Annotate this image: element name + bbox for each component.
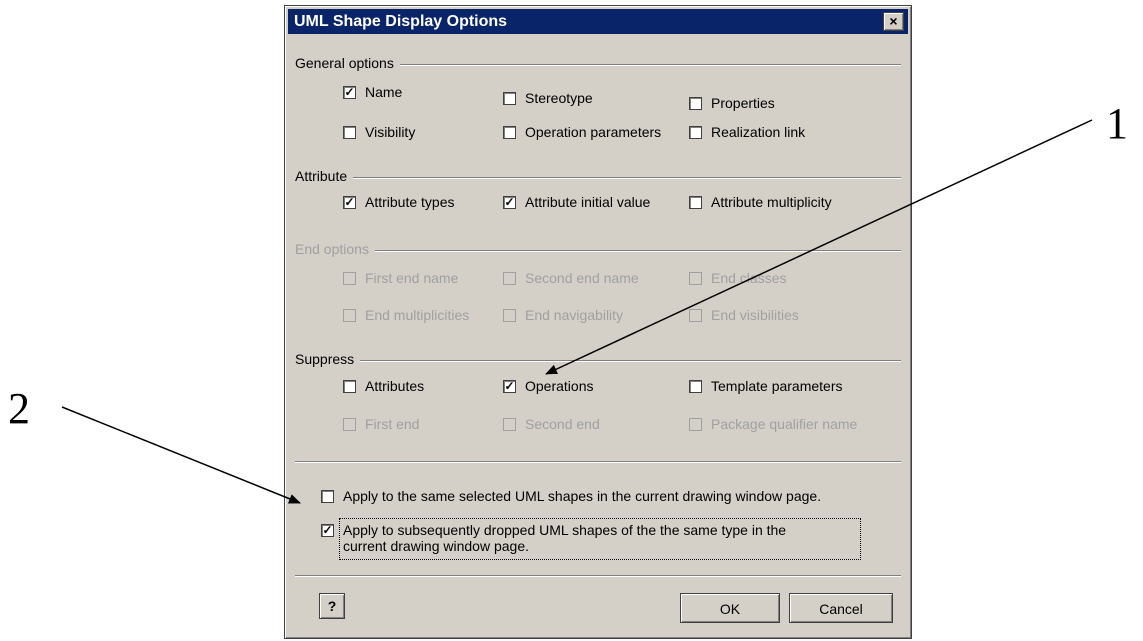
name-label: Name <box>365 84 403 100</box>
end-options-title: End options <box>295 241 375 257</box>
visibility-label: Visibility <box>365 124 416 140</box>
attribute-title: Attribute <box>295 168 354 184</box>
package-qualifier-name-checkbox[interactable]: Package qualifier name <box>689 416 857 432</box>
checkbox-box <box>503 271 516 285</box>
help-icon: ? <box>327 598 337 614</box>
button-separator <box>295 575 901 577</box>
suppress-second-end-checkbox[interactable]: Second end <box>503 416 600 432</box>
ok-label: OK <box>719 601 741 617</box>
properties-label: Properties <box>711 95 775 111</box>
uml-shape-display-options-dialog: UML Shape Display Options × General opti… <box>284 5 912 639</box>
template-parameters-label: Template parameters <box>711 378 843 394</box>
suppress-second-end-label: Second end <box>525 416 600 432</box>
checkbox-box <box>689 125 702 139</box>
package-qualifier-name-label: Package qualifier name <box>711 416 858 432</box>
end-classes-checkbox[interactable]: End classes <box>689 270 786 286</box>
checkbox-box <box>689 195 702 209</box>
second-end-name-checkbox[interactable]: Second end name <box>503 270 639 286</box>
suppress-operations-checkbox[interactable]: ✓ Operations <box>503 378 593 394</box>
check-icon: ✓ <box>504 378 515 393</box>
check-icon: ✓ <box>344 84 355 99</box>
suppress-divider <box>295 360 901 362</box>
checkbox-box: ✓ <box>321 524 334 537</box>
attribute-types-label: Attribute types <box>365 194 455 210</box>
visibility-checkbox[interactable]: Visibility <box>343 124 415 140</box>
annotation-label-2: 2 <box>8 384 30 433</box>
checkbox-box <box>343 379 356 393</box>
end-multiplicities-label: End multiplicities <box>365 307 470 323</box>
checkbox-box <box>503 91 516 105</box>
checkbox-box <box>503 308 516 322</box>
end-visibilities-checkbox[interactable]: End visibilities <box>689 307 799 323</box>
suppress-first-end-checkbox[interactable]: First end <box>343 416 419 432</box>
apply-separator <box>295 461 901 463</box>
end-navigability-checkbox[interactable]: End navigability <box>503 307 623 323</box>
checkbox-box: ✓ <box>343 194 356 209</box>
suppress-title: Suppress <box>295 351 361 367</box>
checkbox-box <box>321 489 334 503</box>
cancel-button[interactable]: Cancel <box>789 593 893 623</box>
apply-subsequent-line1: Apply to subsequently dropped UML shapes… <box>343 522 787 538</box>
checkbox-box <box>689 271 702 285</box>
checkbox-box <box>503 417 516 431</box>
help-button[interactable]: ? <box>319 593 345 619</box>
operation-parameters-label: Operation parameters <box>525 124 662 140</box>
check-icon: ✓ <box>322 523 333 537</box>
apply-current-checkbox[interactable]: Apply to the same selected UML shapes in… <box>321 488 821 504</box>
annotation-label-1: 1 <box>1106 99 1128 148</box>
dialog-titlebar: UML Shape Display Options × <box>288 9 908 34</box>
close-icon: × <box>889 13 898 29</box>
stereotype-checkbox[interactable]: Stereotype <box>503 90 593 106</box>
suppress-first-end-label: First end <box>365 416 420 432</box>
checkbox-box <box>343 271 356 285</box>
checkbox-box <box>689 417 702 431</box>
apply-subsequent-checkbox[interactable]: ✓ Apply to subsequently dropped UML shap… <box>321 522 786 554</box>
end-visibilities-label: End visibilities <box>711 307 799 323</box>
name-checkbox[interactable]: ✓ Name <box>343 84 402 100</box>
ok-button[interactable]: OK <box>680 593 780 623</box>
checkbox-box: ✓ <box>343 84 356 99</box>
second-end-name-label: Second end name <box>525 270 639 286</box>
check-icon: ✓ <box>504 194 515 209</box>
stereotype-label: Stereotype <box>525 90 593 106</box>
end-options-divider <box>295 250 901 252</box>
properties-checkbox[interactable]: Properties <box>689 95 775 111</box>
checkbox-box: ✓ <box>503 194 516 209</box>
realization-link-checkbox[interactable]: Realization link <box>689 124 805 140</box>
checkbox-box <box>689 379 702 393</box>
check-icon: ✓ <box>344 194 355 209</box>
apply-current-label: Apply to the same selected UML shapes in… <box>343 488 822 504</box>
apply-subsequent-label: Apply to subsequently dropped UML shapes… <box>343 522 786 554</box>
checkbox-box <box>503 125 516 139</box>
close-button[interactable]: × <box>883 12 904 31</box>
suppress-attributes-label: Attributes <box>365 378 425 394</box>
checkbox-box: ✓ <box>503 378 516 393</box>
cancel-label: Cancel <box>819 601 863 617</box>
attribute-divider <box>295 177 901 179</box>
arrow-2 <box>61 406 301 504</box>
template-parameters-checkbox[interactable]: Template parameters <box>689 378 843 394</box>
checkbox-box <box>689 96 702 110</box>
end-multiplicities-checkbox[interactable]: End multiplicities <box>343 307 469 323</box>
attribute-initial-value-label: Attribute initial value <box>525 194 651 210</box>
attribute-multiplicity-label: Attribute multiplicity <box>711 194 832 210</box>
checkbox-box <box>343 308 356 322</box>
general-options-title: General options <box>295 55 400 71</box>
apply-subsequent-line2: current drawing window page. <box>343 538 529 554</box>
first-end-name-checkbox[interactable]: First end name <box>343 270 458 286</box>
first-end-name-label: First end name <box>365 270 459 286</box>
end-navigability-label: End navigability <box>525 307 624 323</box>
realization-link-label: Realization link <box>711 124 806 140</box>
checkbox-box <box>343 417 356 431</box>
end-classes-label: End classes <box>711 270 787 286</box>
suppress-attributes-checkbox[interactable]: Attributes <box>343 378 424 394</box>
attribute-multiplicity-checkbox[interactable]: Attribute multiplicity <box>689 194 832 210</box>
dialog-title: UML Shape Display Options <box>294 13 508 30</box>
suppress-operations-label: Operations <box>525 378 594 394</box>
attribute-types-checkbox[interactable]: ✓ Attribute types <box>343 194 455 210</box>
checkbox-box <box>343 125 356 139</box>
checkbox-box <box>689 308 702 322</box>
attribute-initial-value-checkbox[interactable]: ✓ Attribute initial value <box>503 194 650 210</box>
operation-parameters-checkbox[interactable]: Operation parameters <box>503 124 661 140</box>
